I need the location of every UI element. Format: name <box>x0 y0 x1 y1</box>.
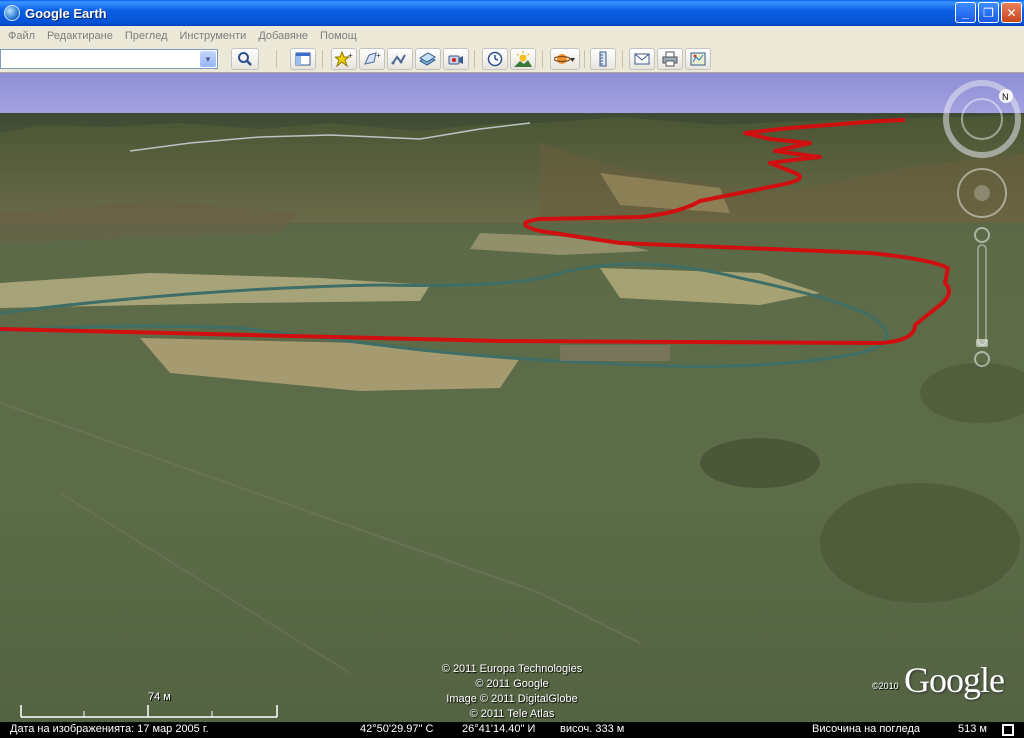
toolbar-separator <box>542 50 543 68</box>
elevation-readout: височ. 333 м <box>560 723 625 735</box>
add-placemark-button[interactable]: + <box>331 48 357 70</box>
historical-imagery-button[interactable] <box>482 48 508 70</box>
streaming-indicator <box>1002 724 1014 736</box>
maximize-button[interactable]: ❐ <box>978 2 999 23</box>
toolbar-separator <box>622 50 623 68</box>
credit-line: © 2011 Europa Technologies <box>441 663 583 675</box>
close-button[interactable]: ✕ <box>1001 2 1022 23</box>
zoom-slider[interactable] <box>974 227 990 367</box>
menu-tools[interactable]: Инструменти <box>173 30 252 42</box>
navigation-controls[interactable]: N <box>940 77 1024 377</box>
google-earth-icon <box>4 5 20 21</box>
svg-text:+: + <box>348 51 353 60</box>
eye-altitude-label: Височина на погледа <box>812 723 921 735</box>
eye-altitude-value: 513 м <box>958 723 987 735</box>
forest-patch <box>700 438 820 488</box>
sunlight-icon <box>514 51 532 67</box>
sidebar-toggle-icon <box>295 52 311 66</box>
scale-bar <box>20 705 278 718</box>
minimize-button[interactable]: _ <box>955 2 976 23</box>
logo-copyright: ©2010 <box>872 681 899 691</box>
switch-to-sky-button[interactable] <box>550 48 580 70</box>
email-icon <box>634 53 650 65</box>
add-polygon-icon: + <box>364 51 381 65</box>
credit-line: © 2011 Tele Atlas <box>469 708 555 720</box>
sidebar-button[interactable] <box>290 48 316 70</box>
menu-bar: Файл Редактиране Преглед Инструменти Доб… <box>0 26 1024 45</box>
zoom-out-icon <box>974 351 990 367</box>
menu-help[interactable]: Помощ <box>314 30 363 42</box>
historical-imagery-icon <box>487 51 503 67</box>
window-controls: _ ❐ ✕ <box>955 2 1022 23</box>
zoom-in-icon <box>974 227 990 243</box>
toolbar-separator <box>584 50 585 68</box>
view-in-maps-icon <box>690 52 706 66</box>
menu-add[interactable]: Добавяне <box>252 30 314 42</box>
toolbar-separator <box>276 50 277 68</box>
credit-line: Image © 2011 DigitalGlobe <box>446 693 578 705</box>
zoom-slider-thumb <box>976 339 988 347</box>
imagery-credits: © 2011 Europa Technologies © 2011 Google… <box>400 662 624 722</box>
view-in-maps-button[interactable] <box>685 48 711 70</box>
credit-line: © 2011 Google <box>475 678 549 690</box>
longitude-readout: 26°41'14.40" И <box>462 723 536 735</box>
status-bar: Дата на изображенията: 17 мар 2005 г. 42… <box>0 722 1024 738</box>
forest-patch <box>820 483 1020 603</box>
add-path-button[interactable] <box>387 48 413 70</box>
menu-edit[interactable]: Редактиране <box>41 30 119 42</box>
toolbar: ▼ + + <box>0 45 1024 73</box>
svg-text:N: N <box>1002 92 1009 102</box>
add-path-icon <box>391 54 406 65</box>
toolbar-separator <box>474 50 475 68</box>
record-tour-icon <box>448 55 463 65</box>
svg-text:+: + <box>376 51 381 60</box>
move-joystick[interactable] <box>957 168 1007 218</box>
add-image-overlay-button[interactable] <box>415 48 441 70</box>
email-button[interactable] <box>629 48 655 70</box>
scale-label: 74 м <box>148 691 171 703</box>
look-joystick[interactable]: N <box>943 80 1021 158</box>
ruler-button[interactable] <box>590 48 616 70</box>
toolbar-separator <box>322 50 323 68</box>
window-title: Google Earth <box>25 5 107 21</box>
sunlight-button[interactable] <box>510 48 536 70</box>
imagery-date: Дата на изображенията: 17 мар 2005 г. <box>10 723 209 735</box>
village <box>560 345 670 361</box>
print-button[interactable] <box>657 48 683 70</box>
map-view-3d[interactable]: N © 2011 Europa Technologies © 2011 Goog… <box>0 73 1024 722</box>
print-icon <box>662 51 678 67</box>
search-icon <box>238 52 252 66</box>
menu-file[interactable]: Файл <box>2 30 41 42</box>
google-logo: Google <box>904 660 1005 700</box>
terrain-scene <box>0 73 1024 722</box>
add-placemark-icon: + <box>335 51 353 67</box>
add-polygon-button[interactable]: + <box>359 48 385 70</box>
search-button[interactable] <box>231 48 259 70</box>
menu-view[interactable]: Преглед <box>119 30 174 42</box>
search-combobox[interactable]: ▼ <box>0 49 218 69</box>
chevron-down-icon[interactable]: ▼ <box>200 51 216 67</box>
scale-legend: 74 м <box>20 691 278 719</box>
ruler-icon <box>599 51 607 67</box>
latitude-readout: 42°50'29.97" С <box>360 723 434 735</box>
record-tour-button[interactable] <box>443 48 469 70</box>
search-input[interactable] <box>1 50 197 68</box>
switch-to-sky-icon <box>554 54 575 64</box>
add-image-overlay-icon <box>419 52 436 66</box>
title-bar[interactable]: Google Earth _ ❐ ✕ <box>0 0 1024 26</box>
